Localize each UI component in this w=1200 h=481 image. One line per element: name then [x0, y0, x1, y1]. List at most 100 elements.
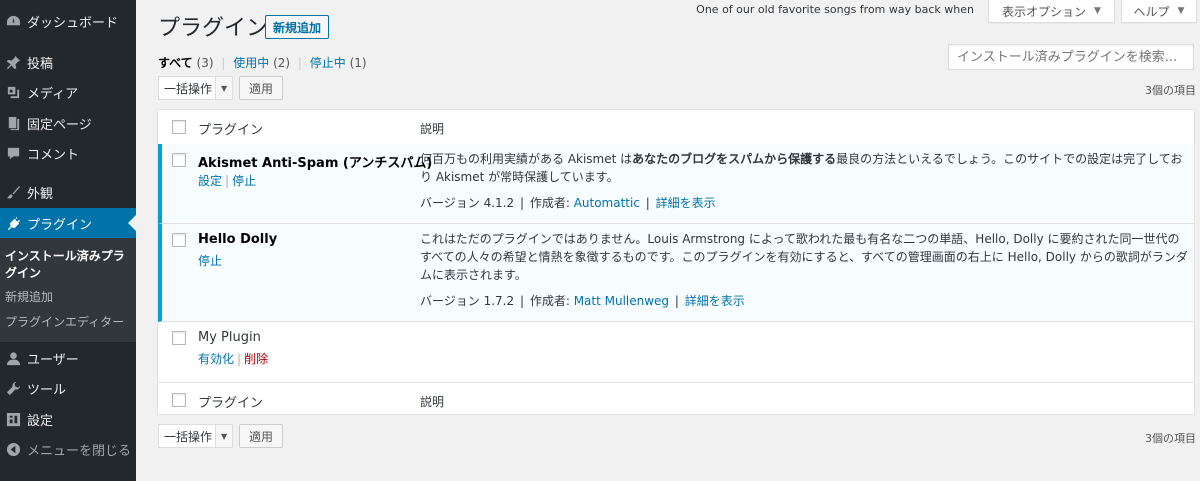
plugin-version: バージョン 4.1.2 [420, 196, 515, 210]
menu-item-pages[interactable]: 固定ページ [0, 108, 136, 138]
menu-item-posts[interactable]: 投稿 [0, 47, 136, 77]
author-label: 作成者: [529, 196, 570, 210]
row-actions: 有効化 | 削除 [198, 350, 268, 367]
plugin-description: これはただのプラグインではありません。Louis Armstrong によって歌… [420, 232, 1188, 282]
menu-item-media[interactable]: メディア [0, 77, 136, 107]
dashboard-icon [5, 13, 21, 29]
plugins-submenu: インストール済みプラグイン 新規追加 プラグインエディター [0, 238, 136, 342]
bulk-action-label: 一括操作 [164, 429, 213, 444]
collapse-menu-button[interactable]: メニューを閉じる [0, 434, 136, 464]
item-count: 3個の項目 [1145, 432, 1196, 445]
meta-separator: | [519, 196, 524, 210]
settings-link[interactable]: 設定 [198, 174, 222, 188]
bulk-action-label: 一括操作 [164, 81, 213, 96]
plugin-meta: バージョン 1.7.2 | 作成者: Matt Mullenweg | 詳細を表… [420, 292, 745, 309]
author-link[interactable]: Automattic [574, 196, 640, 210]
menu-label: 外観 [27, 186, 54, 202]
menu-label: プラグイン [27, 217, 93, 233]
item-count: 3個の項目 [1145, 84, 1196, 97]
delete-link[interactable]: 削除 [244, 352, 268, 366]
menu-label: メニューを閉じる [27, 443, 132, 459]
submenu-installed-plugins[interactable]: インストール済みプラグイン [5, 248, 133, 282]
table-row: My Plugin 有効化 | 削除 [158, 322, 1194, 382]
menu-item-settings[interactable]: 設定 [0, 404, 136, 434]
select-all-checkbox[interactable] [172, 393, 186, 407]
filter-inactive-count: (1) [349, 56, 367, 70]
menu-item-users[interactable]: ユーザー [0, 343, 136, 373]
filter-inactive[interactable]: 停止中 [310, 56, 346, 70]
meta-separator: | [519, 294, 524, 308]
submenu-add-new[interactable]: 新規追加 [5, 289, 133, 306]
settings-icon [5, 411, 21, 427]
menu-item-tools[interactable]: ツール [0, 373, 136, 403]
row-checkbox[interactable] [172, 153, 186, 167]
deactivate-link[interactable]: 停止 [198, 254, 222, 268]
table-row: Hello Dolly 停止 これはただのプラグインではありません。Louis … [158, 224, 1194, 322]
row-checkbox[interactable] [172, 233, 186, 247]
apply-button[interactable]: 適用 [239, 76, 284, 100]
plugin-name: My Plugin [198, 330, 261, 345]
menu-label: 設定 [27, 413, 54, 429]
description-text: 何百万もの利用実績がある Akismet は [420, 152, 633, 166]
table-row: Akismet Anti-Spam (アンチスパム) 設定 | 停止 何百万もの利用… [158, 144, 1194, 224]
menu-item-appearance[interactable]: 外観 [0, 177, 136, 207]
row-checkbox[interactable] [172, 331, 186, 345]
add-new-button[interactable]: 新規追加 [265, 15, 330, 39]
chevron-down-icon: ▼ [215, 425, 233, 447]
meta-separator: | [674, 294, 679, 308]
author-label: 作成者: [529, 294, 570, 308]
column-header-plugin: プラグイン [198, 123, 264, 138]
menu-label: メディア [27, 86, 79, 102]
view-details-link[interactable]: 詳細を表示 [656, 196, 716, 210]
chevron-down-icon: ▼ [215, 77, 233, 99]
page-title: プラグイン [158, 16, 269, 41]
plugin-status-filters: すべて (3) | 使用中 (2) | 停止中 (1) [158, 54, 367, 71]
deactivate-link[interactable]: 停止 [232, 174, 256, 188]
plugin-version: バージョン 1.7.2 [420, 294, 515, 308]
triangle-down-icon: ▼ [1177, 6, 1185, 16]
menu-item-comments[interactable]: コメント [0, 138, 136, 168]
filter-active[interactable]: 使用中 [233, 56, 269, 70]
menu-label: ツール [27, 382, 67, 398]
filter-all[interactable]: すべて [158, 56, 193, 70]
menu-label: 投稿 [27, 56, 54, 72]
user-icon [5, 350, 21, 366]
column-header-plugin: プラグイン [198, 396, 264, 411]
menu-item-dashboard[interactable]: ダッシュボード [0, 6, 136, 36]
table-header: プラグイン 説明 [158, 110, 1194, 145]
table-footer: プラグイン 説明 [158, 382, 1194, 417]
submenu-plugin-editor[interactable]: プラグインエディター [5, 314, 133, 331]
bulk-action-select[interactable]: 一括操作 ▼ [158, 76, 234, 100]
view-details-link[interactable]: 詳細を表示 [685, 294, 745, 308]
action-separator: | [237, 352, 242, 366]
row-actions: 停止 [198, 252, 222, 269]
author-link[interactable]: Matt Mullenweg [574, 294, 669, 308]
bulk-action-select[interactable]: 一括操作 ▼ [158, 424, 234, 448]
menu-label: ユーザー [27, 352, 79, 368]
triangle-down-icon: ▼ [1094, 6, 1101, 16]
select-all-checkbox[interactable] [172, 120, 186, 134]
collapse-icon [5, 441, 21, 457]
filter-all-count: (3) [196, 56, 214, 70]
activate-link[interactable]: 有効化 [198, 352, 234, 366]
apply-button[interactable]: 適用 [239, 424, 284, 448]
comment-icon [5, 145, 21, 161]
menu-label: コメント [27, 147, 80, 163]
screen-options-button[interactable]: 表示オプション ▼ [988, 0, 1115, 23]
admin-sidebar: ダッシュボード 投稿 メディア 固定ページ コメント 外観 プラグイン インスト… [0, 0, 136, 481]
help-label: ヘルプ [1133, 4, 1170, 19]
help-button[interactable]: ヘルプ ▼ [1121, 0, 1197, 23]
brush-icon [5, 184, 21, 200]
filter-active-count: (2) [273, 56, 291, 70]
pin-icon [5, 54, 21, 70]
column-header-description: 説明 [420, 122, 445, 136]
filter-separator: | [297, 56, 302, 70]
filter-separator: | [221, 56, 226, 70]
bulk-actions-bottom: 一括操作 ▼ 適用 [158, 424, 284, 448]
menu-item-plugins[interactable]: プラグイン [0, 208, 136, 238]
plugin-description: 何百万もの利用実績がある Akismet はあなたのブログをスパムから保護する最… [420, 150, 1190, 186]
column-header-description: 説明 [420, 395, 445, 409]
plugin-name: Hello Dolly [198, 232, 278, 247]
plugin-search-input[interactable] [948, 44, 1194, 70]
description-bold: あなたのブログをスパムから保護する [632, 152, 837, 166]
